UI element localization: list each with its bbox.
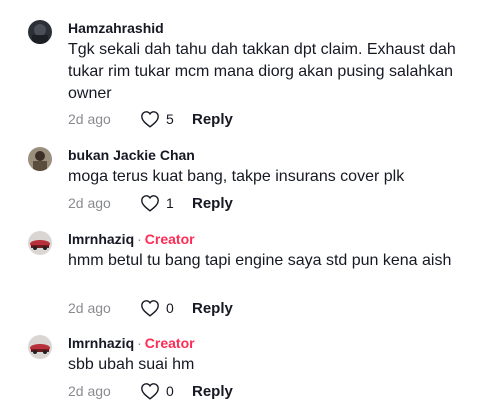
reply-button[interactable]: Reply <box>192 383 233 400</box>
comment-age: 2d ago <box>68 111 111 127</box>
avatar[interactable] <box>28 231 52 255</box>
avatar[interactable] <box>28 335 52 359</box>
comment-text: hmm betul tu bang tapi engine saya std p… <box>68 252 452 269</box>
author-separator: · <box>137 231 142 247</box>
comment-author[interactable]: lmrnhaziq <box>68 231 134 247</box>
comment-meta: 2d ago 5 Reply <box>68 109 233 129</box>
like-count: 1 <box>166 195 174 211</box>
comment-text: sbb ubah suai hm <box>68 356 195 373</box>
comment-author[interactable]: Hamzahrashid <box>68 20 164 36</box>
avatar[interactable] <box>28 147 52 171</box>
comment-author-line: bukan Jackie Chan <box>68 147 195 163</box>
creator-badge: Creator <box>144 335 195 351</box>
heart-outline-icon <box>141 300 159 317</box>
comment-age: 2d ago <box>68 300 111 316</box>
comment-text: Tgk sekali dah tahu dah takkan dpt claim… <box>68 41 456 102</box>
comment-author[interactable]: lmrnhaziq <box>68 335 134 351</box>
like-button[interactable]: 0 <box>140 299 188 317</box>
reply-button[interactable]: Reply <box>192 300 233 317</box>
comment-meta: 2d ago 0 Reply <box>68 381 233 401</box>
like-count: 0 <box>166 383 174 399</box>
comment-age: 2d ago <box>68 195 111 211</box>
comment-meta: 2d ago 0 Reply <box>68 298 233 318</box>
comment-meta: 2d ago 1 Reply <box>68 193 233 213</box>
like-button[interactable]: 0 <box>140 382 188 400</box>
comment-author[interactable]: bukan Jackie Chan <box>68 147 195 163</box>
like-count: 5 <box>166 111 174 127</box>
creator-badge: Creator <box>144 231 195 247</box>
comment-author-line: Hamzahrashid <box>68 20 164 36</box>
comment-age: 2d ago <box>68 383 111 399</box>
like-button[interactable]: 1 <box>140 194 188 212</box>
avatar[interactable] <box>28 20 52 44</box>
comment-author-line: lmrnhaziq · Creator <box>68 335 195 351</box>
like-count: 0 <box>166 300 174 316</box>
comment-author-line: lmrnhaziq · Creator <box>68 231 195 247</box>
heart-outline-icon <box>141 383 159 400</box>
reply-button[interactable]: Reply <box>192 195 233 212</box>
like-button[interactable]: 5 <box>140 110 188 128</box>
comment-text: moga terus kuat bang, takpe insurans cov… <box>68 168 405 185</box>
reply-button[interactable]: Reply <box>192 111 233 128</box>
heart-outline-icon <box>141 111 159 128</box>
heart-outline-icon <box>141 195 159 212</box>
author-separator: · <box>137 335 142 351</box>
